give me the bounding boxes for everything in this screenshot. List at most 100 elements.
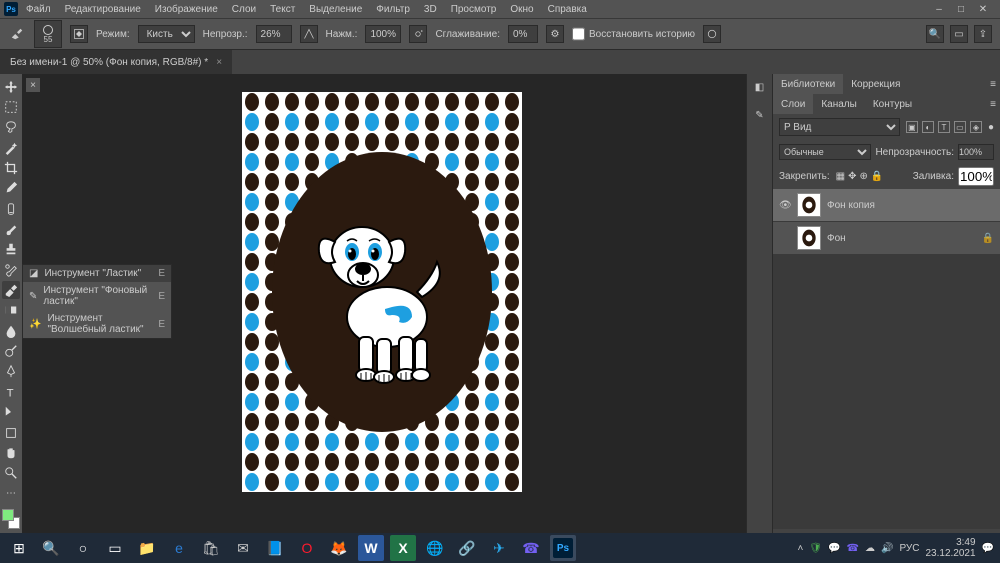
history-brush-tool[interactable] xyxy=(2,261,20,278)
foreground-color-swatch[interactable] xyxy=(2,509,14,521)
explorer-icon[interactable]: 📁 xyxy=(134,535,160,561)
canvas-close-icon[interactable]: × xyxy=(26,78,40,92)
menu-select[interactable]: Выделение xyxy=(303,2,368,17)
zoom-tool[interactable] xyxy=(2,465,20,482)
brush-preset-picker[interactable]: 55 xyxy=(34,20,62,48)
tab-adjustments[interactable]: Коррекция xyxy=(843,74,908,94)
brush-tool[interactable] xyxy=(2,220,20,237)
tray-lang[interactable]: РУС xyxy=(899,543,919,554)
smooth-input[interactable] xyxy=(508,25,538,43)
layer-filter-select[interactable]: P Вид xyxy=(779,118,900,136)
tray-viber-icon[interactable]: ☎ xyxy=(847,543,859,554)
layer-opacity-input[interactable] xyxy=(958,144,994,160)
viber-icon[interactable]: ☎ xyxy=(518,535,544,561)
move-tool[interactable] xyxy=(2,78,20,95)
maximize-button[interactable]: □ xyxy=(954,2,968,16)
taskview-icon[interactable]: ▭ xyxy=(102,535,128,561)
tab-channels[interactable]: Каналы xyxy=(813,94,865,114)
menu-file[interactable]: Файл xyxy=(20,2,57,17)
firefox-icon[interactable]: 🦊 xyxy=(326,535,352,561)
eraser-tool[interactable] xyxy=(2,281,20,298)
fill-input[interactable] xyxy=(958,167,994,186)
tab-libraries[interactable]: Библиотеки xyxy=(773,74,843,94)
start-button[interactable]: ⊞ xyxy=(6,535,32,561)
mail-icon[interactable]: ✉ xyxy=(230,535,256,561)
lasso-tool[interactable] xyxy=(2,119,20,136)
layer-name[interactable]: Фон копия xyxy=(827,200,875,211)
crop-tool[interactable] xyxy=(2,159,20,176)
lock-position-icon[interactable]: ✥ xyxy=(848,171,856,182)
filter-type-icon[interactable]: T xyxy=(938,121,950,133)
wand-tool[interactable] xyxy=(2,139,20,156)
pressure-opacity-icon[interactable] xyxy=(300,25,318,43)
shape-tool[interactable] xyxy=(2,424,20,441)
document-tab-close[interactable]: × xyxy=(216,57,222,68)
filter-shape-icon[interactable]: ▭ xyxy=(954,121,966,133)
filter-adjust-icon[interactable]: ◐ xyxy=(922,121,934,133)
store-icon[interactable]: 🛍 xyxy=(198,535,224,561)
stamp-tool[interactable] xyxy=(2,241,20,258)
menu-edit[interactable]: Редактирование xyxy=(59,2,147,17)
tray-chat-icon[interactable]: 💬 xyxy=(828,543,840,554)
menu-image[interactable]: Изображение xyxy=(149,2,224,17)
telegram-icon[interactable]: ✈ xyxy=(486,535,512,561)
smooth-settings-icon[interactable]: ⚙ xyxy=(546,25,564,43)
tray-volume-icon[interactable]: 🔊 xyxy=(881,543,893,554)
search-icon[interactable]: 🔍 xyxy=(38,535,64,561)
blur-tool[interactable] xyxy=(2,322,20,339)
lock-artboard-icon[interactable]: ⊕ xyxy=(860,171,868,182)
brush-panel-icon[interactable] xyxy=(70,25,88,43)
search-icon[interactable]: 🔍 xyxy=(926,25,944,43)
blend-mode-select[interactable]: Обычные xyxy=(779,144,871,160)
share-icon[interactable]: ⇪ xyxy=(974,25,992,43)
restore-history-input[interactable] xyxy=(572,25,585,43)
filter-toggle-icon[interactable]: ● xyxy=(988,122,994,133)
layer-thumbnail[interactable] xyxy=(797,193,821,217)
layer-row-bg[interactable]: Фон 🔒 xyxy=(773,222,1000,255)
photoshop-task-icon[interactable]: Ps xyxy=(550,535,576,561)
menu-filter[interactable]: Фильтр xyxy=(370,2,416,17)
filter-image-icon[interactable]: ▣ xyxy=(906,121,918,133)
pen-tool[interactable] xyxy=(2,363,20,380)
type-tool[interactable]: T xyxy=(2,383,20,400)
dodge-tool[interactable] xyxy=(2,342,20,359)
flyout-magic-eraser[interactable]: ✨ Инструмент "Волшебный ластик" E xyxy=(23,310,171,338)
edit-toolbar-icon[interactable]: ⋯ xyxy=(2,485,20,502)
flow-input[interactable] xyxy=(365,25,401,43)
properties-panel-icon[interactable]: ✎ xyxy=(751,106,769,124)
menu-layer[interactable]: Слои xyxy=(226,2,262,17)
app-icon-1[interactable]: 📘 xyxy=(262,535,288,561)
minimize-button[interactable]: – xyxy=(932,2,946,16)
top-panel-menu-icon[interactable]: ≡ xyxy=(986,74,1000,94)
cortana-icon[interactable]: ○ xyxy=(70,535,96,561)
word-icon[interactable]: W xyxy=(358,535,384,561)
lock-all-icon[interactable]: 🔒 xyxy=(871,171,883,182)
edge-icon[interactable]: 🌐 xyxy=(422,535,448,561)
ie-icon[interactable]: e xyxy=(166,535,192,561)
workspace-icon[interactable]: ▭ xyxy=(950,25,968,43)
hand-tool[interactable] xyxy=(2,444,20,461)
gradient-tool[interactable] xyxy=(2,302,20,319)
path-tool[interactable] xyxy=(2,404,20,421)
filter-smart-icon[interactable]: ◈ xyxy=(970,121,982,133)
opera-icon[interactable]: O xyxy=(294,535,320,561)
excel-icon[interactable]: X xyxy=(390,535,416,561)
color-swatches[interactable] xyxy=(2,509,20,528)
layers-panel-menu-icon[interactable]: ≡ xyxy=(986,94,1000,114)
mode-select[interactable]: Кисть xyxy=(138,25,195,43)
opacity-input[interactable] xyxy=(256,25,292,43)
tab-layers[interactable]: Слои xyxy=(773,94,813,114)
airbrush-icon[interactable] xyxy=(409,25,427,43)
notifications-icon[interactable]: 💬 xyxy=(982,543,994,554)
eyedropper-tool[interactable] xyxy=(2,180,20,197)
menu-3d[interactable]: 3D xyxy=(418,2,443,17)
healing-tool[interactable] xyxy=(2,200,20,217)
tab-paths[interactable]: Контуры xyxy=(865,94,920,114)
menu-window[interactable]: Окно xyxy=(504,2,539,17)
document-tab[interactable]: Без имени-1 @ 50% (Фон копия, RGB/8#) * … xyxy=(0,50,232,74)
menu-view[interactable]: Просмотр xyxy=(445,2,503,17)
menu-help[interactable]: Справка xyxy=(542,2,593,17)
layer-thumbnail[interactable] xyxy=(797,226,821,250)
lock-pixels-icon[interactable]: ▦ xyxy=(836,171,845,182)
pressure-size-icon[interactable] xyxy=(703,25,721,43)
